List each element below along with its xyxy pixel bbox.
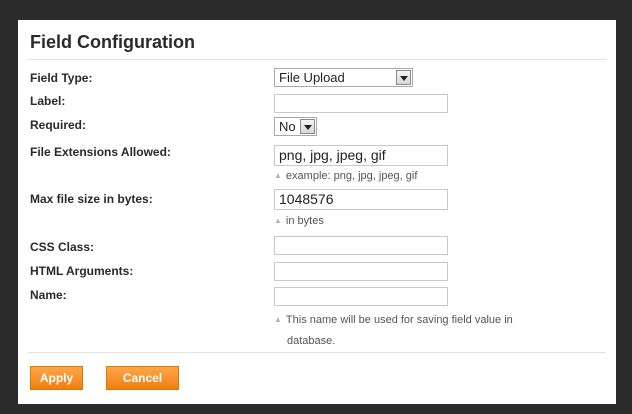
required-value: No bbox=[279, 119, 296, 134]
field-type-value: File Upload bbox=[279, 70, 345, 85]
chevron-down-icon bbox=[300, 119, 315, 134]
title-divider bbox=[28, 59, 606, 60]
triangle-up-icon: ▲ bbox=[274, 315, 282, 324]
css-class-label: CSS Class: bbox=[30, 240, 95, 254]
max-file-size-label: Max file size in bytes: bbox=[30, 192, 153, 206]
name-label: Name: bbox=[30, 288, 67, 302]
name-hint-line1: This name will be used for saving field … bbox=[285, 314, 513, 326]
max-file-size-input[interactable]: 1048576 bbox=[274, 189, 448, 210]
triangle-up-icon: ▲ bbox=[274, 216, 282, 225]
file-extensions-label: File Extensions Allowed: bbox=[30, 145, 171, 159]
dialog-frame: Field Configuration Field Type: File Upl… bbox=[0, 0, 632, 414]
file-extensions-hint-text: example: png, jpg, jpeg, gif bbox=[285, 170, 418, 182]
triangle-up-icon: ▲ bbox=[274, 171, 282, 180]
max-file-size-hint-text: in bytes bbox=[285, 215, 324, 227]
field-type-label: Field Type: bbox=[30, 71, 93, 85]
name-input[interactable] bbox=[274, 287, 448, 306]
file-extensions-input[interactable]: png, jpg, jpeg, gif bbox=[274, 145, 448, 166]
dialog-title: Field Configuration bbox=[30, 32, 195, 52]
field-configuration-panel: Field Configuration Field Type: File Upl… bbox=[18, 20, 616, 404]
label-label: Label: bbox=[30, 94, 66, 108]
html-arguments-input[interactable] bbox=[274, 262, 448, 281]
required-select[interactable]: No bbox=[274, 117, 317, 136]
label-input[interactable] bbox=[274, 94, 448, 113]
max-file-size-hint: ▲ in bytes bbox=[274, 215, 324, 227]
css-class-input[interactable] bbox=[274, 236, 448, 255]
name-hint: ▲ This name will be used for saving field… bbox=[274, 314, 513, 326]
file-extensions-hint: ▲ example: png, jpg, jpeg, gif bbox=[274, 170, 417, 182]
name-hint-line2: database. bbox=[287, 335, 336, 347]
footer-divider bbox=[28, 352, 606, 353]
apply-button[interactable]: Apply bbox=[30, 366, 83, 390]
chevron-down-icon bbox=[396, 70, 411, 85]
field-type-select[interactable]: File Upload bbox=[274, 68, 413, 87]
required-label: Required: bbox=[30, 118, 87, 132]
html-arguments-label: HTML Arguments: bbox=[30, 264, 134, 278]
cancel-button[interactable]: Cancel bbox=[106, 366, 179, 390]
